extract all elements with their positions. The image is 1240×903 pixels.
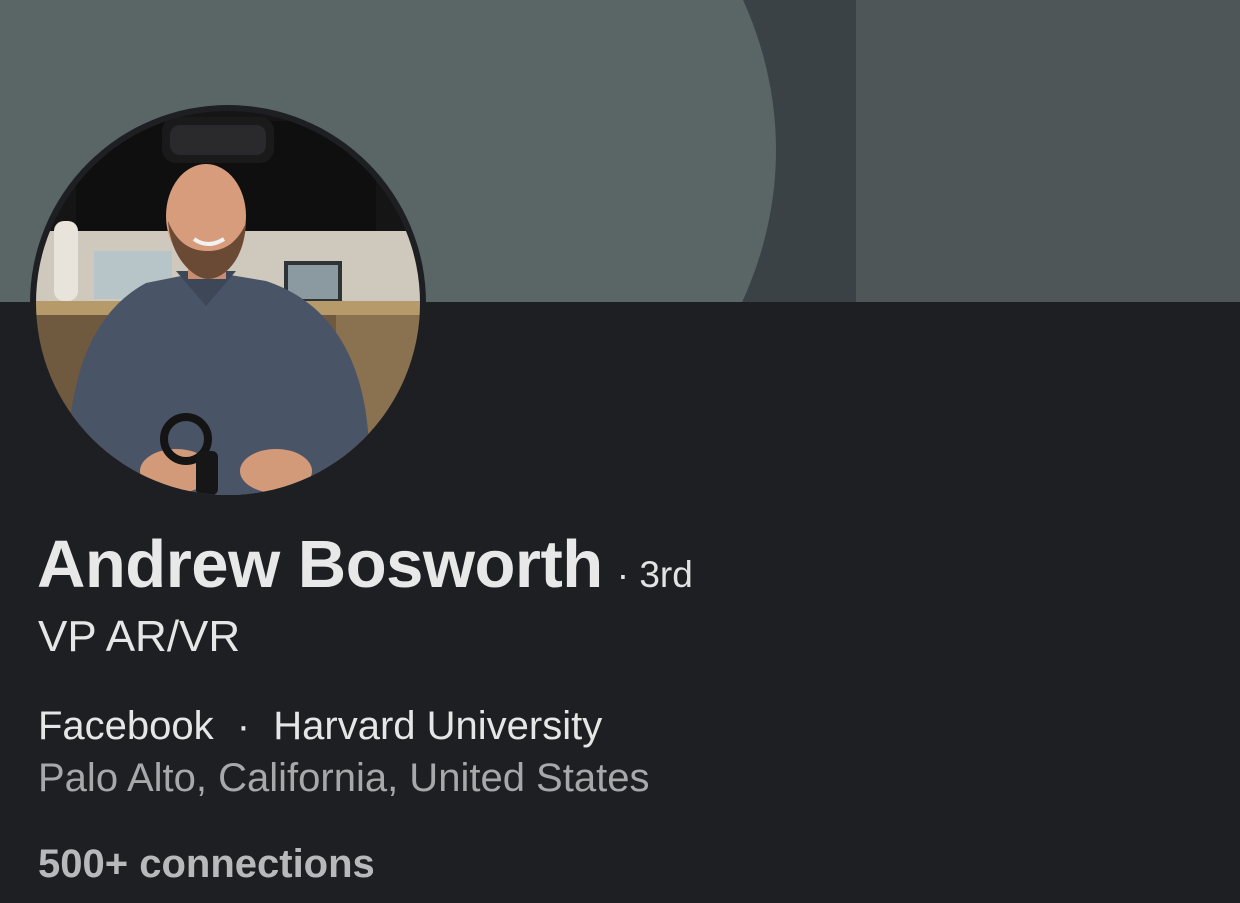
banner-panel [856,0,1240,302]
organization-line: Facebook · Harvard University [38,704,602,749]
avatar[interactable] [36,111,420,495]
profile-location: Palo Alto, California, United States [38,756,650,800]
profile-name: Andrew Bosworth [37,527,603,602]
name-row: Andrew Bosworth · 3rd [37,526,693,606]
connections-count[interactable]: 500+ connections [38,842,375,887]
avatar-photo [36,111,420,495]
connection-degree: · 3rd [616,554,693,595]
company-link[interactable]: Facebook [38,704,214,748]
profile-headline: VP AR/VR [38,612,241,661]
org-separator: · [236,704,251,748]
avatar-frame[interactable] [30,105,426,501]
school-link[interactable]: Harvard University [273,704,602,748]
